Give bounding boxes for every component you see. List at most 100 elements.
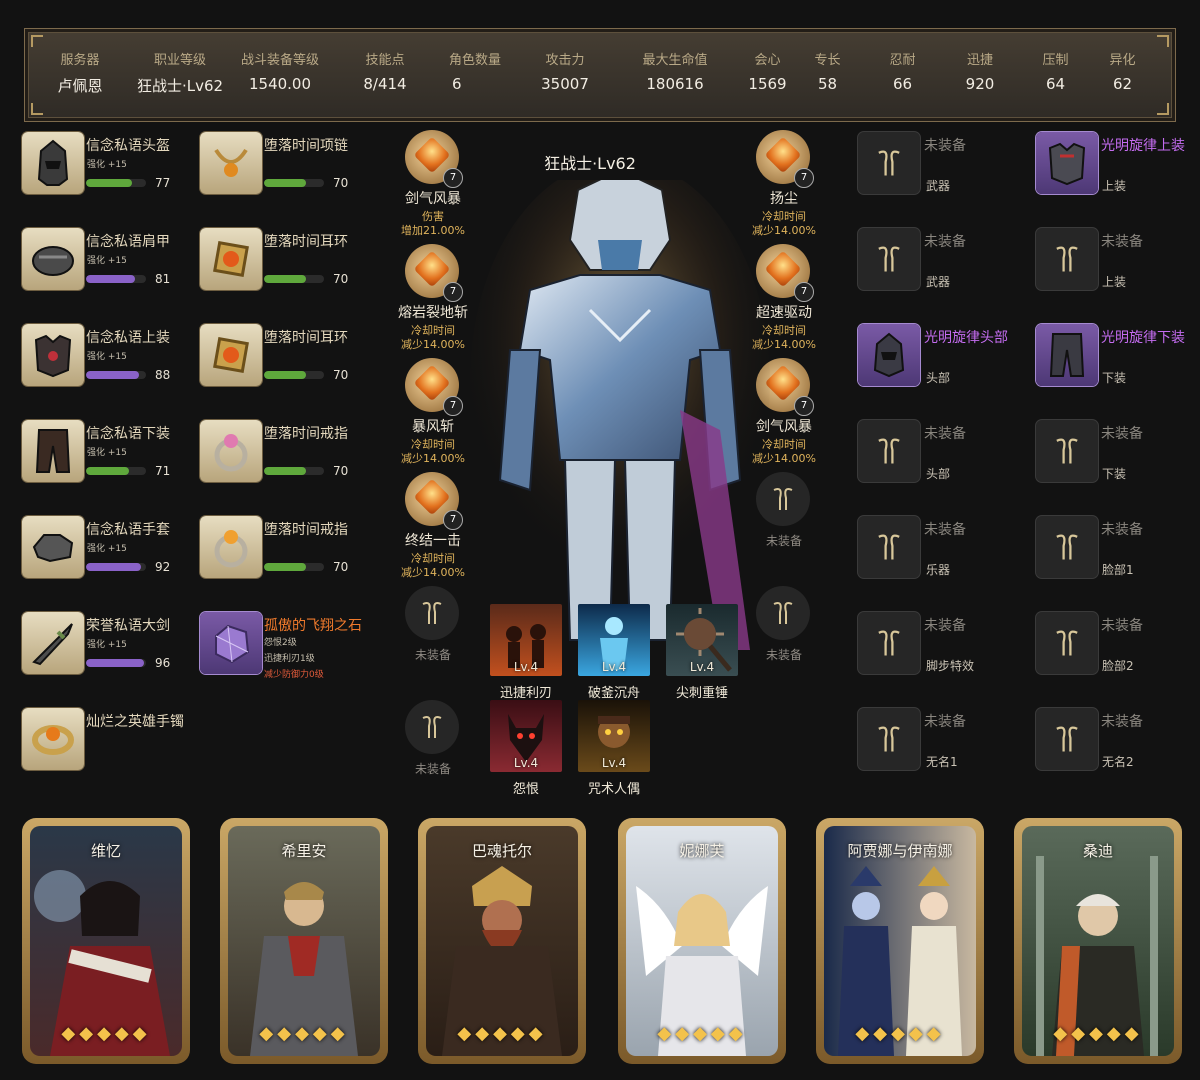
avatar-slot[interactable] [858,324,920,386]
avatar-slot-type: 头部 [926,467,951,481]
item-name: 信念私语下装 [86,426,170,442]
avatar-slot[interactable] [1036,324,1098,386]
engraving-orb[interactable]: 7 [405,358,463,416]
engraving-orb[interactable]: 7 [756,130,814,188]
stat-endurance: 忍耐 66 [875,29,930,121]
quality-bar [264,179,324,187]
hero-card[interactable]: 维忆 ◆◆◆◆◆ [22,818,190,1064]
engraving-orb[interactable]: 7 [405,472,463,530]
skill-card[interactable]: Lv.4 [578,700,650,772]
avatar-slot[interactable] [1036,132,1098,194]
avatar-slot-type: 上装 [1102,179,1127,193]
avatar-slot[interactable] [858,420,920,482]
avatar-slot[interactable] [858,612,920,674]
avatar-name: 未装备 [924,138,966,154]
earring-icon [213,241,249,277]
item-name: 堕落时间耳环 [264,330,348,346]
card-name: 破釜沉舟 [587,686,640,701]
engraving-level: 7 [794,282,814,302]
stat-label: 最大生命值 [642,53,708,68]
card-level: Lv.4 [601,756,627,770]
card-stars: ◆◆◆◆◆ [259,1023,349,1044]
avatar-slot[interactable] [858,228,920,290]
quality-fill [86,179,133,187]
gloves-slot[interactable] [22,516,84,578]
empty-slot-icon [773,602,793,624]
empty-slot-icon [1056,534,1078,560]
pants-slot[interactable] [22,420,84,482]
hero-card[interactable]: 希里安 ◆◆◆◆◆ [220,818,388,1064]
stone-engraving-1: 怨恨2级 [264,638,297,648]
avatar-slot[interactable] [1036,228,1098,290]
skill-card[interactable]: Lv.4 [578,604,650,676]
corner-ornament [31,103,43,115]
quality-fill [264,179,306,187]
quality-fill [86,563,142,571]
card-name: 阿贾娜与伊南娜 [847,842,953,860]
engraving-orb[interactable]: 7 [405,130,463,188]
quality-fill [264,371,306,379]
item-name: 荣誉私语大剑 [86,618,170,634]
quality-value: 92 [155,560,171,574]
bracelet-icon [32,725,74,755]
engraving-level: 7 [443,510,463,530]
quality-value: 70 [333,176,349,190]
hero-card[interactable]: 桑迪 ◆◆◆◆◆ [1014,818,1182,1064]
enhance-level: 强化 +15 [87,352,127,362]
earring-slot[interactable] [200,324,262,386]
item-name: 信念私语上装 [86,330,170,346]
hero-card[interactable]: 阿贾娜与伊南娜 ◆◆◆◆◆ [816,818,984,1064]
empty-slot-icon [1056,630,1078,656]
card-name: 咒术人偶 [587,782,640,797]
corner-ornament [1157,103,1169,115]
character-stats-bar: 服务器 卢佩恩 职业等级 狂战士·Lv62 战斗装备等级 1540.00 技能点 8/4… [24,28,1176,122]
avatar-slot[interactable] [1036,612,1098,674]
hero-card[interactable]: 巴魂托尔 ◆◆◆◆◆ [418,818,586,1064]
avatar-slot[interactable] [858,516,920,578]
ring-slot[interactable] [200,420,262,482]
skill-card[interactable]: Lv.4 [666,604,738,676]
stat-label: 异化 [1109,53,1136,68]
empty-engraving-slot[interactable] [405,586,459,640]
earring-slot[interactable] [200,228,262,290]
engraving-gem-icon [764,250,802,288]
empty-slot-icon [1056,726,1078,752]
item-name: 堕落时间戒指 [264,426,348,442]
necklace-slot[interactable] [200,132,262,194]
avatar-slot[interactable] [858,708,920,770]
weapon-slot[interactable] [22,612,84,674]
avatar-name: 未装备 [1101,426,1143,442]
skill-card[interactable]: Lv.4 [490,700,562,772]
stat-value: 58 [817,75,838,93]
skill-card[interactable]: Lv.4 [490,604,562,676]
avatar-slot[interactable] [858,132,920,194]
hero-card[interactable]: 妮娜芙 ◆◆◆◆◆ [618,818,786,1064]
avatar-slot[interactable] [1036,708,1098,770]
ability-stone-slot[interactable] [200,612,262,674]
pants-icon [35,429,71,473]
necklace-icon [214,148,248,177]
quality-fill [86,467,129,475]
item-name: 灿烂之英雄手镯 [86,714,184,730]
avatar-slot[interactable] [1036,516,1098,578]
quality-fill [264,275,306,283]
chest-slot[interactable] [22,324,84,386]
stat-label: 职业等级 [153,53,206,68]
stat-value: 62 [1112,75,1133,93]
stat-skill-points: 技能点 8/414 [345,29,425,121]
ring-slot[interactable] [200,516,262,578]
card-stars: ◆◆◆◆◆ [657,1023,747,1044]
engraving-orb[interactable]: 7 [405,244,463,302]
card-art: 维忆 ◆◆◆◆◆ [30,826,182,1056]
avatar-slot[interactable] [1036,420,1098,482]
avatar-name: 未装备 [924,426,966,442]
empty-engraving-slot[interactable] [405,700,459,754]
bracelet-slot[interactable] [22,708,84,770]
avatar-slot-type: 上装 [1102,275,1127,289]
stat-value: 1540.00 [248,75,312,93]
empty-slot-icon [1056,246,1078,272]
shoulder-slot[interactable] [22,228,84,290]
item-name: 堕落时间耳环 [264,234,348,250]
card-art: 阿贾娜与伊南娜 ◆◆◆◆◆ [824,826,976,1056]
helmet-slot[interactable] [22,132,84,194]
